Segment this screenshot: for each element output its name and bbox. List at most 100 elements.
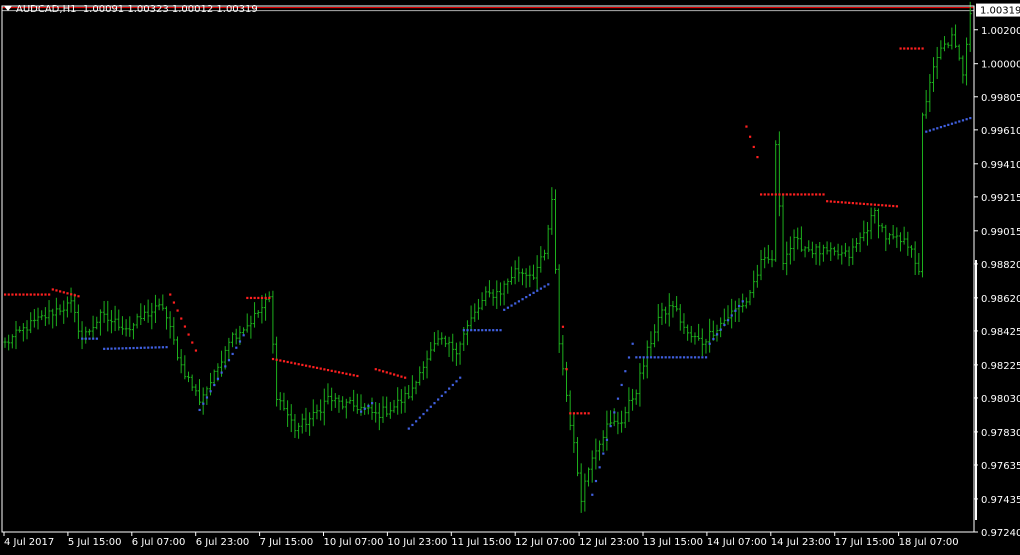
sar-dot	[282, 360, 286, 363]
ohlc-bar	[554, 189, 557, 274]
ohlc-bar	[645, 340, 649, 379]
ohlc-bar	[590, 450, 594, 483]
sar-dot	[873, 203, 876, 206]
ohlc-bar	[520, 268, 524, 286]
sar-dot	[238, 340, 242, 343]
price-chart[interactable]: 1.00200 1.00000 0.99805 0.99610 0.99410 0.992…	[0, 0, 1020, 551]
ohlc-bar	[352, 389, 356, 412]
ohlc-bar	[968, 1, 972, 52]
sar-dot	[829, 200, 832, 203]
ohlc-bar	[880, 223, 884, 233]
ohlc-bar	[862, 220, 866, 242]
sar-dot	[514, 302, 517, 305]
ohlc-bar	[671, 300, 675, 318]
x-tick-label: 14 Jul 07:00	[707, 537, 767, 548]
ohlc-bar	[51, 308, 55, 329]
ohlc-bar	[308, 412, 312, 436]
sar-dot	[782, 193, 785, 196]
ohlc-bar	[675, 296, 679, 312]
ohlc-bar	[32, 309, 36, 328]
sar-dot	[726, 319, 730, 322]
ohlc-bar	[245, 313, 249, 333]
ohlc-bar	[836, 243, 840, 260]
chevron-down-icon[interactable]	[4, 6, 12, 11]
ohlc-bar	[43, 307, 47, 326]
candles-layer	[3, 1, 972, 513]
ohlc-bar	[454, 342, 458, 366]
sar-dot	[389, 372, 392, 375]
sar-dot	[580, 412, 583, 415]
plot-frame	[1, 5, 975, 533]
ohlc-bar	[631, 388, 635, 411]
ohlc-bar	[565, 361, 569, 402]
ohlc-bar	[135, 313, 139, 329]
ohlc-bar	[425, 350, 429, 379]
ohlc-bar	[814, 243, 818, 265]
ohlc-bar	[770, 250, 774, 268]
sar-dot	[279, 359, 282, 362]
sar-dot	[657, 356, 660, 359]
sar-dot	[844, 201, 847, 204]
ohlc-bar	[392, 399, 396, 413]
ohlc-bar	[539, 246, 543, 273]
sar-dot	[187, 333, 190, 336]
ohlc-bar	[172, 317, 176, 345]
ohlc-bar	[69, 287, 73, 313]
sar-dot	[569, 412, 572, 415]
sar-dot	[660, 356, 664, 359]
ohlc-bar	[429, 341, 433, 361]
sar-dot	[939, 126, 943, 129]
sar-dot	[246, 296, 249, 300]
y-tick-label: 1.00200	[981, 26, 1020, 37]
sar-dot	[528, 293, 532, 297]
sar-dot	[154, 346, 157, 349]
ohlc-bar	[40, 310, 44, 321]
sar-dot	[947, 123, 950, 126]
ohlc-bar	[799, 226, 803, 252]
sar-dot	[587, 412, 590, 415]
sar-dot	[785, 193, 788, 196]
sar-dot	[734, 309, 737, 312]
ohlc-bar	[865, 221, 869, 246]
ohlc-bar	[161, 294, 165, 311]
sar-dot	[363, 407, 366, 410]
sar-dot	[183, 325, 187, 328]
sar-dot	[448, 387, 451, 390]
sar-dot	[264, 296, 267, 300]
ohlc-bar	[198, 379, 202, 406]
ohlc-bar	[142, 305, 146, 321]
y-tick-label: 0.98820	[981, 260, 1020, 271]
ohlc-bar	[792, 229, 796, 261]
ohlc-bar	[256, 310, 260, 318]
ohlc-bar	[730, 298, 734, 329]
ohlc-bar	[436, 330, 440, 346]
ohlc-bar	[689, 325, 693, 343]
ohlc-bar	[638, 363, 642, 407]
sar-dot	[598, 466, 601, 469]
ohlc-bar	[598, 440, 602, 461]
ohlc-bar	[47, 300, 51, 325]
ohlc-bar	[667, 293, 671, 327]
ohlc-bar	[957, 44, 961, 61]
sar-dot	[807, 193, 810, 196]
chart-window[interactable]: 1.00200 1.00000 0.99805 0.99610 0.99410 0.992…	[0, 0, 1020, 551]
ohlc-bar	[509, 266, 513, 285]
sar-dot	[235, 346, 238, 349]
sar-dot	[451, 383, 454, 387]
sar-dot	[121, 347, 124, 350]
ohlc-bar	[487, 280, 491, 298]
x-tick-label: 12 Jul 23:00	[579, 537, 639, 548]
ohlc-bar	[76, 304, 80, 339]
sar-dot	[881, 204, 884, 207]
sar-dot	[884, 204, 887, 207]
ohlc-bar	[704, 338, 708, 354]
ohlc-bar	[546, 224, 550, 260]
ohlc-bar	[381, 396, 385, 423]
ohlc-bar	[935, 46, 939, 80]
sar-dot	[833, 200, 836, 203]
sar-dot	[870, 203, 873, 206]
sar-dot	[815, 193, 818, 196]
sar-dot	[679, 356, 682, 359]
sar-dot	[649, 356, 653, 359]
sar-dot	[961, 119, 965, 122]
